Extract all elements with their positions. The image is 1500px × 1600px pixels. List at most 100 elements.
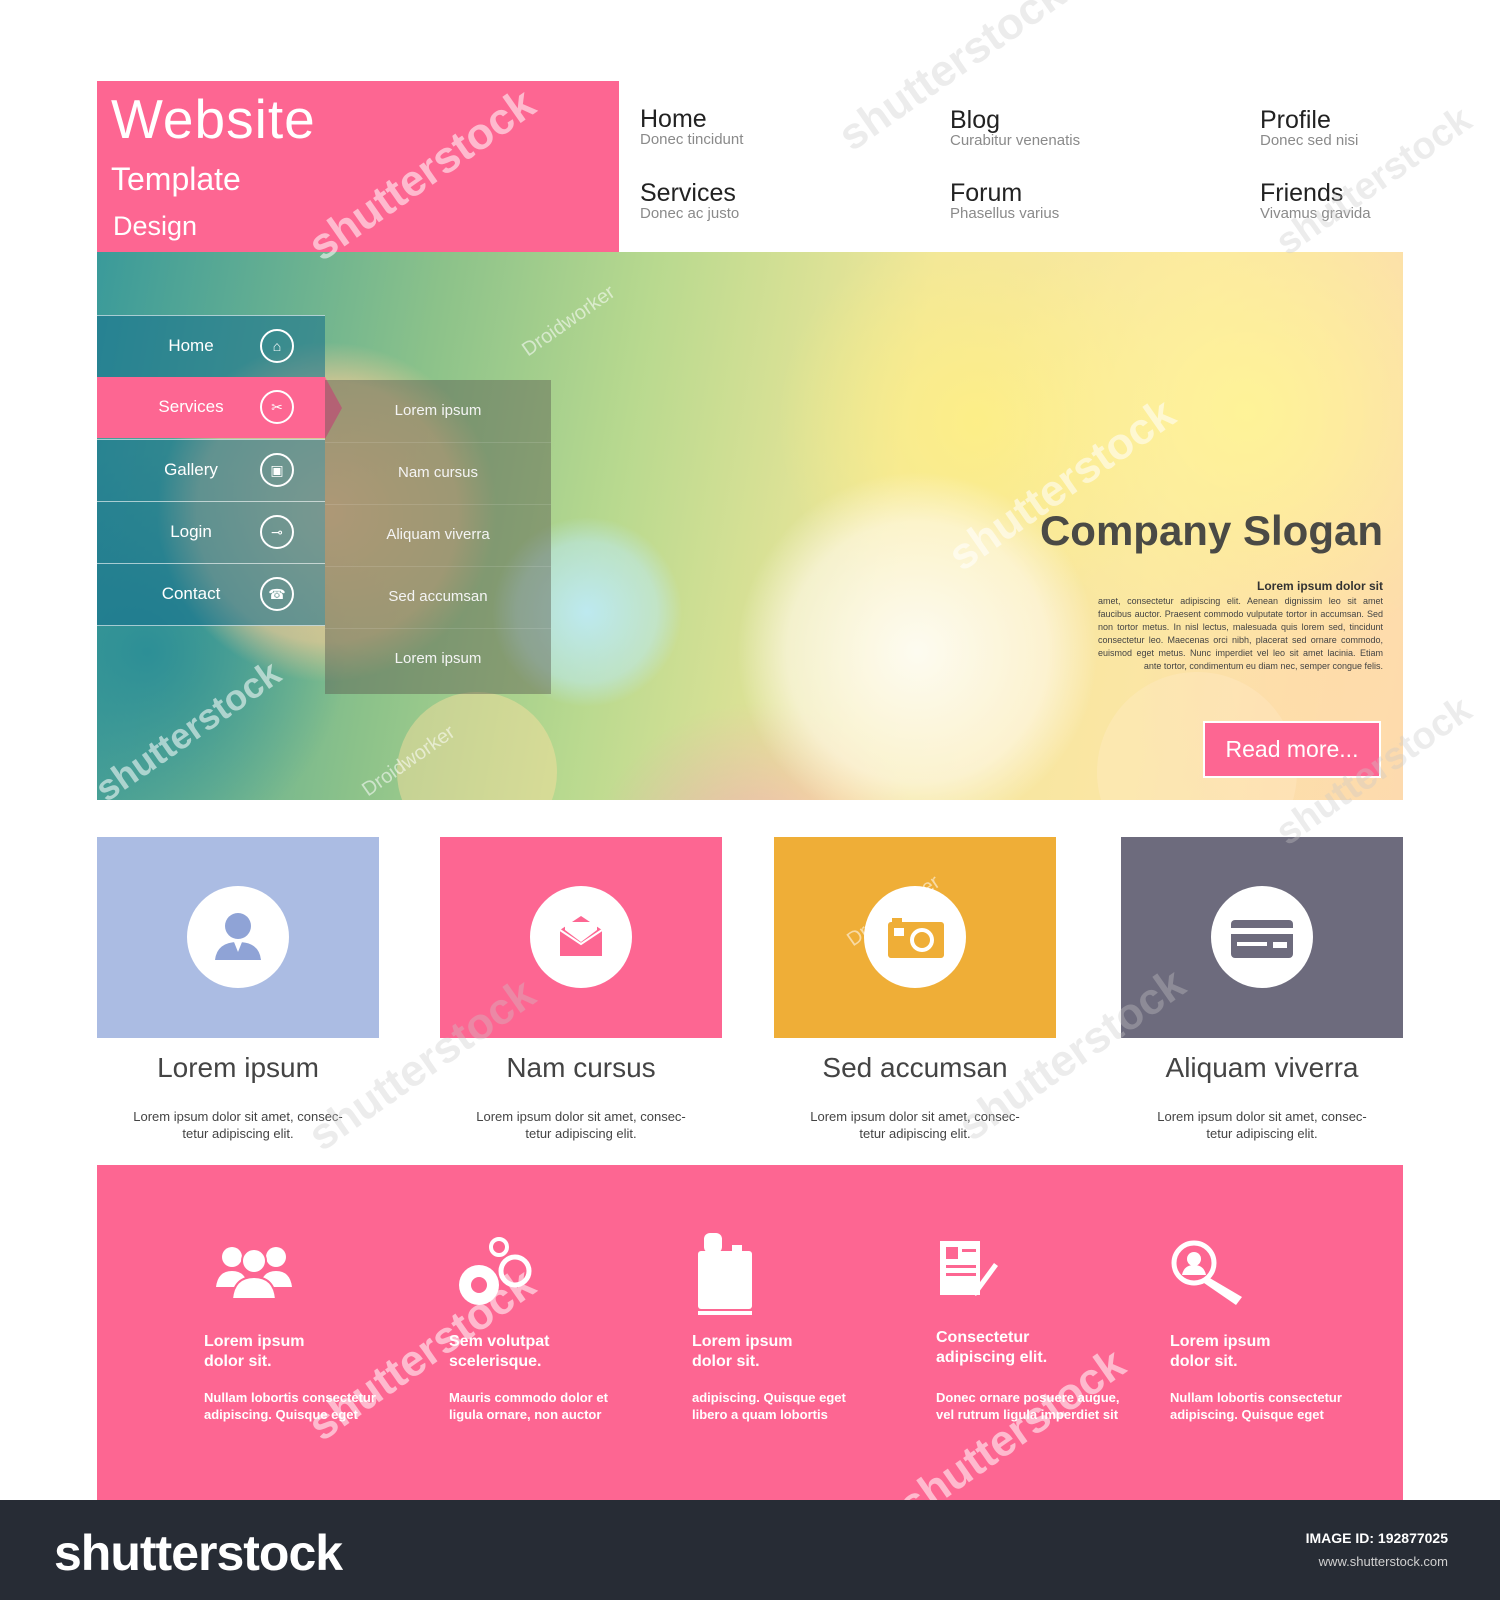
- image-id: IMAGE ID: 192877025: [1306, 1530, 1448, 1546]
- top-nav-blog[interactable]: Blog Curabitur venenatis: [950, 107, 1190, 149]
- camera-icon: ▣: [260, 453, 294, 487]
- side-menu-item-gallery[interactable]: Gallery ▣: [97, 439, 325, 501]
- phone-icon: ☎: [260, 577, 294, 611]
- feature-heading-line: dolor sit.: [1170, 1353, 1238, 1370]
- user-icon: [187, 886, 289, 988]
- bokeh-light: [397, 692, 557, 800]
- tile-description: Lorem ipsum dolor sit amet, consec- tetu…: [97, 1108, 379, 1142]
- tile-description: Lorem ipsum dolor sit amet, consec- tetu…: [774, 1108, 1056, 1142]
- tile-title: Lorem ipsum: [157, 1052, 319, 1083]
- tile-title: Nam cursus: [506, 1052, 656, 1083]
- side-menu-label: Gallery: [164, 460, 218, 479]
- feature-body-line: vel rutrum ligula imperdiet sit: [936, 1407, 1119, 1422]
- logo-tagline: Design: [113, 211, 198, 241]
- top-nav-title: Home: [640, 105, 707, 133]
- camera-icon: [864, 886, 966, 988]
- tile-aliquam-viverra[interactable]: [1121, 837, 1403, 1038]
- tile-desc-line: tetur adipiscing elit.: [182, 1126, 294, 1141]
- feature-heading-line: scelerisque.: [449, 1353, 542, 1370]
- top-nav-services[interactable]: Services Donec ac justo: [640, 180, 880, 222]
- top-nav-subtitle: Vivamus gravida: [1260, 205, 1371, 222]
- tile-sed-accumsan[interactable]: [774, 837, 1056, 1038]
- side-menu-label: Services: [158, 397, 224, 416]
- tile-description: Lorem ipsum dolor sit amet, consec- tetu…: [440, 1108, 722, 1142]
- tile-title: Aliquam viverra: [1165, 1052, 1359, 1083]
- phone-icon: [692, 1233, 792, 1315]
- feature-heading-line: Sem volutpat: [449, 1333, 550, 1350]
- top-nav-subtitle: Curabitur venenatis: [950, 132, 1081, 149]
- tile-desc-line: Lorem ipsum dolor sit amet, consec-: [476, 1109, 686, 1124]
- logo-title: Website: [111, 88, 316, 150]
- top-nav-subtitle: Donec ac justo: [640, 205, 740, 222]
- top-nav-subtitle: Phasellus varius: [950, 205, 1060, 222]
- submenu-item[interactable]: Sed accumsan: [325, 566, 551, 629]
- feature-heading-line: adipiscing elit.: [936, 1349, 1048, 1366]
- tile-desc-line: Lorem ipsum dolor sit amet, consec-: [1157, 1109, 1367, 1124]
- credit-card-icon: [1211, 886, 1313, 988]
- read-more-button[interactable]: Read more...: [1203, 721, 1381, 778]
- feature-heading-line: Lorem ipsum: [204, 1333, 305, 1350]
- feature-body-line: adipiscing. Quisque eget: [204, 1407, 358, 1422]
- feature-body: Mauris commodo dolor et ligula ornare, n…: [449, 1389, 649, 1423]
- feature-body-line: ligula ornare, non auctor: [449, 1407, 602, 1422]
- side-menu-item-home[interactable]: Home ⌂: [97, 315, 325, 377]
- logo-subtitle: Template: [111, 161, 241, 197]
- top-nav-forum[interactable]: Forum Phasellus varius: [950, 180, 1190, 222]
- top-nav-title: Services: [640, 179, 736, 207]
- feature-body-line: libero a quam lobortis: [692, 1407, 828, 1422]
- company-slogan: Company Slogan: [1039, 507, 1383, 554]
- top-nav-home[interactable]: Home Donec tincidunt: [640, 106, 880, 148]
- search-user-icon: [1170, 1237, 1270, 1317]
- feature-body: Donec ornare posuere augue, vel rutrum l…: [936, 1389, 1136, 1423]
- tile-lorem-ipsum[interactable]: [97, 837, 379, 1038]
- submenu-item[interactable]: Aliquam viverra: [325, 504, 551, 567]
- feature-body: adipiscing. Quisque eget libero a quam l…: [692, 1389, 892, 1423]
- side-menu-label: Contact: [161, 584, 221, 603]
- submenu-item[interactable]: Lorem ipsum: [325, 628, 551, 690]
- logo-block[interactable]: Website Template Design: [97, 81, 619, 252]
- feature-heading-line: Lorem ipsum: [1170, 1333, 1271, 1350]
- side-menu-item-login[interactable]: Login ⊸: [97, 501, 325, 563]
- feature-heading: Lorem ipsum dolor sit.: [692, 1332, 892, 1372]
- tile-desc-line: tetur adipiscing elit.: [859, 1126, 971, 1141]
- top-nav-profile[interactable]: Profile Donec sed nisi: [1260, 107, 1500, 149]
- features-band: Lorem ipsum dolor sit. Nullam lobortis c…: [97, 1165, 1403, 1500]
- side-menu-item-services[interactable]: Services ✂: [97, 377, 342, 439]
- tile-desc-line: tetur adipiscing elit.: [525, 1126, 637, 1141]
- submenu-item[interactable]: Lorem ipsum: [325, 380, 551, 443]
- tile-description: Lorem ipsum dolor sit amet, consec- tetu…: [1121, 1108, 1403, 1142]
- tile-title: Sed accumsan: [822, 1052, 1008, 1083]
- feature-heading-line: dolor sit.: [204, 1353, 272, 1370]
- image-id-label: IMAGE ID:: [1305, 1530, 1375, 1546]
- gears-icon: [449, 1237, 549, 1317]
- submenu-item[interactable]: Nam cursus: [325, 442, 551, 505]
- feature-heading: Lorem ipsum dolor sit.: [204, 1332, 404, 1372]
- top-nav-subtitle: Donec sed nisi: [1260, 132, 1359, 149]
- site-url: www.shutterstock.com: [1318, 1554, 1448, 1569]
- feature-heading: Consectetur adipiscing elit.: [936, 1328, 1136, 1368]
- stock-footer-bar: shutterstock IMAGE ID: 192877025 www.shu…: [0, 1500, 1500, 1600]
- side-menu-item-contact[interactable]: Contact ☎: [97, 563, 325, 626]
- top-nav-title: Profile: [1260, 106, 1331, 134]
- slogan-body: amet, consectetur adipiscing elit. Aenea…: [1098, 596, 1383, 671]
- tile-desc-line: tetur adipiscing elit.: [1206, 1126, 1318, 1141]
- feature-heading-line: Lorem ipsum: [692, 1333, 793, 1350]
- feature-heading-line: Consectetur: [936, 1329, 1030, 1346]
- feature-body-line: adipiscing. Quisque eget: [692, 1390, 846, 1405]
- document-icon: [936, 1237, 1036, 1317]
- top-nav-friends[interactable]: Friends Vivamus gravida: [1260, 180, 1500, 222]
- feature-heading: Sem volutpat scelerisque.: [449, 1332, 649, 1372]
- feature-body-line: Mauris commodo dolor et: [449, 1390, 608, 1405]
- feature-body: Nullam lobortis consectetur adipiscing. …: [1170, 1389, 1370, 1423]
- top-nav-title: Forum: [950, 179, 1023, 207]
- slogan-heading: Lorem ipsum dolor sit: [1256, 579, 1383, 593]
- feature-body-line: Nullam lobortis consectetur: [1170, 1390, 1342, 1405]
- house-icon: ⌂: [260, 329, 294, 363]
- feature-body-line: adipiscing. Quisque eget: [1170, 1407, 1324, 1422]
- feature-heading-line: dolor sit.: [692, 1353, 760, 1370]
- top-nav-title: Blog: [950, 106, 1001, 134]
- top-nav-title: Friends: [1260, 179, 1344, 207]
- tile-nam-cursus[interactable]: [440, 837, 722, 1038]
- top-nav-subtitle: Donec tincidunt: [640, 131, 744, 148]
- key-icon: ⊸: [260, 515, 294, 549]
